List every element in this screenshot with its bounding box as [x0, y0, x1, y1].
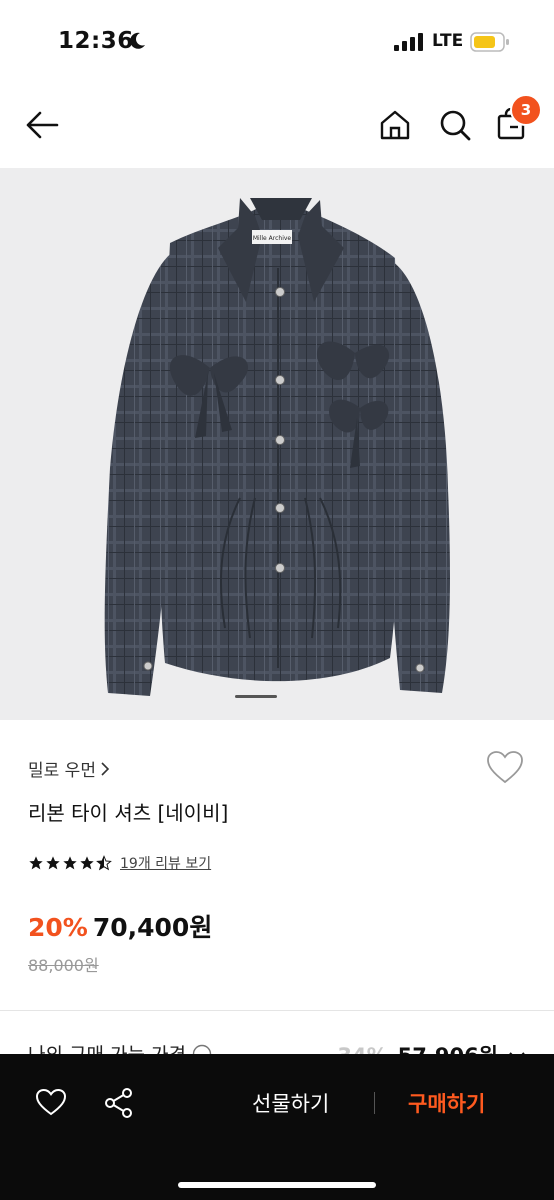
star-icon	[29, 856, 43, 870]
star-icon	[63, 856, 77, 870]
rating-row: 19개 리뷰 보기	[28, 853, 211, 873]
my-price-label: 나의 구매 가능 가격	[28, 1040, 186, 1054]
share-icon[interactable]	[103, 1087, 135, 1119]
network-label: LTE	[432, 31, 464, 51]
wishlist-heart-icon[interactable]	[486, 750, 524, 784]
product-name: 리본 타이 셔츠 [네이비]	[28, 801, 229, 825]
brand-name: 밀로 우먼	[28, 761, 96, 781]
my-price-label-group: 나의 구매 가능 가격	[28, 1040, 212, 1054]
search-icon[interactable]	[438, 108, 472, 142]
home-icon[interactable]	[378, 108, 412, 142]
status-bar: 12:36 LTE	[0, 0, 554, 84]
rating-stars	[28, 855, 112, 871]
brand-link[interactable]: 밀로 우먼	[28, 756, 110, 781]
chevron-right-icon	[101, 761, 110, 776]
status-time: 12:36	[58, 28, 134, 54]
home-indicator	[178, 1182, 376, 1188]
signal-icon	[394, 33, 423, 51]
review-link[interactable]: 19개 리뷰 보기	[120, 853, 211, 873]
help-icon[interactable]	[192, 1044, 212, 1055]
sale-price: 70,400원	[92, 913, 213, 942]
bar-divider	[374, 1092, 375, 1114]
my-price: 57,906원	[398, 1040, 498, 1054]
bottom-action-bar: 선물하기 구매하기	[0, 1054, 554, 1200]
gift-button[interactable]: 선물하기	[252, 1088, 329, 1118]
star-icon	[80, 856, 94, 870]
moon-icon	[130, 32, 145, 49]
back-arrow-icon[interactable]	[24, 108, 60, 142]
half-star-icon	[96, 855, 112, 871]
buy-button[interactable]: 구매하기	[408, 1088, 485, 1118]
discount-rate: 20%	[28, 913, 88, 942]
product-image[interactable]: Mille Archive	[0, 168, 554, 720]
nav-bar: 3	[0, 86, 554, 166]
cart-count-badge: 3	[510, 94, 542, 126]
heart-icon[interactable]	[35, 1088, 67, 1116]
image-page-indicator	[235, 695, 277, 698]
section-divider	[0, 1010, 554, 1011]
star-icon	[46, 856, 60, 870]
price-row: 20% 70,400원	[28, 908, 212, 944]
my-discount: 34%	[337, 1044, 387, 1054]
brand-label-text: Mille Archive	[253, 235, 292, 242]
battery-icon	[470, 32, 509, 52]
my-purchasable-price-row[interactable]: 나의 구매 가능 가격 34% 57,906원	[0, 1040, 554, 1054]
my-price-values: 34% 57,906원	[337, 1040, 526, 1054]
shirt-illustration: Mille Archive	[104, 198, 450, 696]
original-price: 88,000원	[28, 956, 99, 975]
